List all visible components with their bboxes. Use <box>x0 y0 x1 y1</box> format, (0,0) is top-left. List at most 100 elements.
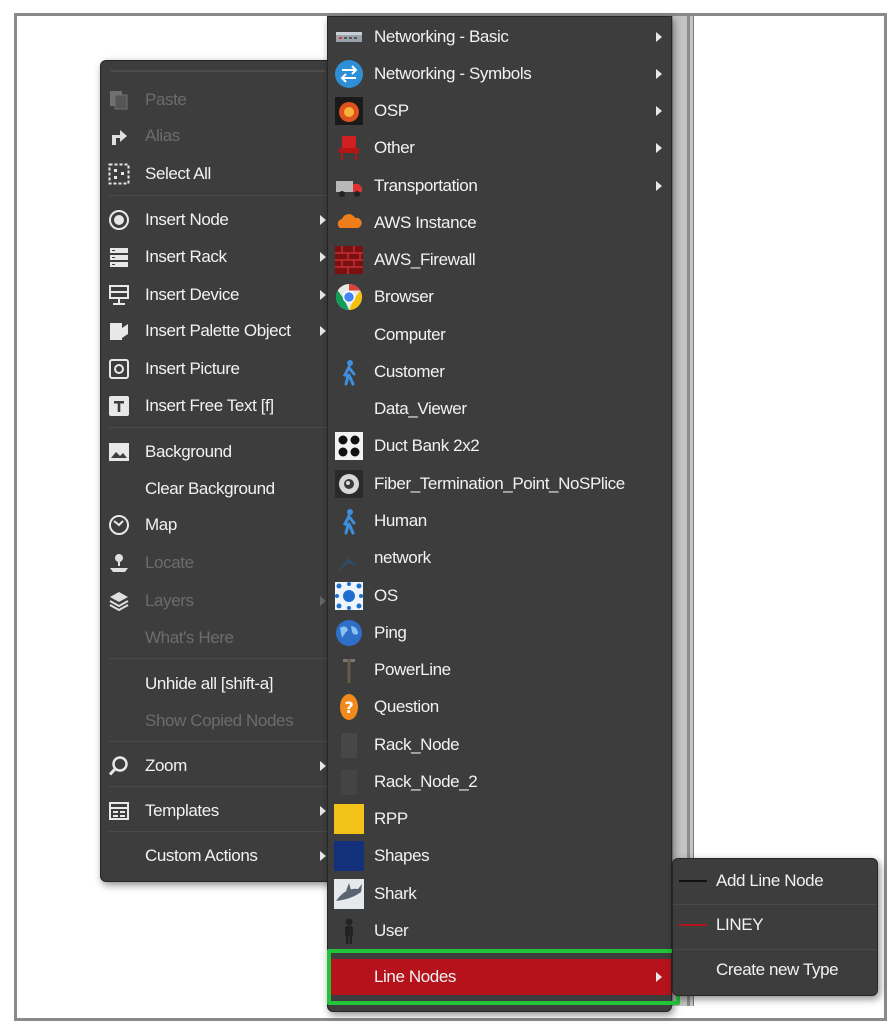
rack-node-2-icon <box>341 770 357 795</box>
insert-palette-submenu: Networking - Basic Networking - Symbols … <box>327 16 672 1012</box>
computer-item[interactable]: Computer <box>328 317 671 353</box>
insert-node-item[interactable]: Insert Node <box>101 202 335 238</box>
submenu-arrow-icon <box>656 143 662 153</box>
submenu-arrow-icon <box>320 290 326 300</box>
alias-item[interactable]: Alias <box>101 118 335 154</box>
powerline-item[interactable]: PowerLine <box>328 652 671 688</box>
custom-actions-item[interactable]: Custom Actions <box>101 838 335 874</box>
whats-here-item[interactable]: What's Here <box>101 620 335 656</box>
menu-divider <box>109 658 335 659</box>
customer-item[interactable]: Customer <box>328 354 671 390</box>
shark-item[interactable]: Shark <box>328 876 671 912</box>
shark-label: Shark <box>374 884 417 903</box>
templates-item[interactable]: Templates <box>101 793 335 829</box>
create-new-type-label: Create new Type <box>716 960 839 979</box>
map-icon <box>109 515 129 535</box>
liney-item[interactable]: LINEY <box>673 907 877 943</box>
duct-bank-icon <box>335 432 363 460</box>
select-all-item[interactable]: Select All <box>101 156 335 192</box>
select-all-label: Select All <box>145 164 211 183</box>
insert-node-label: Insert Node <box>145 210 229 229</box>
aws-firewall-item[interactable]: AWS_Firewall <box>328 242 671 278</box>
menu-divider <box>109 786 335 787</box>
duct-bank-item[interactable]: Duct Bank 2x2 <box>328 428 671 464</box>
background-item[interactable]: Background <box>101 434 335 470</box>
alias-icon <box>112 130 127 145</box>
insert-rack-label: Insert Rack <box>145 247 227 266</box>
insert-device-item[interactable]: Insert Device <box>101 277 335 313</box>
rack-node-label: Rack_Node <box>374 735 460 754</box>
other-item[interactable]: Other <box>328 130 671 166</box>
networking-symbols-item[interactable]: Networking - Symbols <box>328 56 671 92</box>
firewall-icon <box>335 246 363 274</box>
rpp-label: RPP <box>374 809 408 828</box>
insert-palette-object-item[interactable]: Insert Palette Object <box>101 313 335 349</box>
user-item[interactable]: User <box>328 913 671 949</box>
create-new-type-item[interactable]: Create new Type <box>673 952 877 988</box>
insert-node-icon <box>109 210 129 230</box>
ping-item[interactable]: Ping <box>328 615 671 651</box>
paste-item[interactable]: Paste <box>101 82 335 118</box>
layers-icon <box>109 592 129 612</box>
insert-free-text-item[interactable]: Insert Free Text [f] <box>101 388 335 424</box>
rpp-item[interactable]: RPP <box>328 801 671 837</box>
osp-item[interactable]: OSP <box>328 93 671 129</box>
browser-item[interactable]: Browser <box>328 279 671 315</box>
menu-divider <box>109 427 335 428</box>
add-line-node-label: Add Line Node <box>716 871 824 890</box>
insert-rack-item[interactable]: Insert Rack <box>101 239 335 275</box>
line-red-icon <box>679 924 707 926</box>
paste-label: Paste <box>145 90 187 109</box>
human-icon <box>342 509 356 535</box>
insert-picture-item[interactable]: Insert Picture <box>101 351 335 387</box>
add-line-node-item[interactable]: Add Line Node <box>673 863 877 899</box>
menu-divider <box>109 195 335 196</box>
insert-device-icon <box>109 285 129 305</box>
network-symbol-icon <box>335 60 363 88</box>
submenu-arrow-icon <box>320 215 326 225</box>
line-nodes-submenu: Add Line Node LINEY Create new Type <box>672 858 878 996</box>
shapes-item[interactable]: Shapes <box>328 838 671 874</box>
submenu-arrow-icon <box>320 326 326 336</box>
show-copied-nodes-item[interactable]: Show Copied Nodes <box>101 703 335 739</box>
map-item[interactable]: Map <box>101 507 335 543</box>
globe-icon <box>336 620 362 646</box>
network-item[interactable]: network <box>328 540 671 576</box>
fiber-termination-item[interactable]: Fiber_Termination_Point_NoSPlice <box>328 466 671 502</box>
data-viewer-item[interactable]: Data_Viewer <box>328 391 671 427</box>
templates-label: Templates <box>145 801 219 820</box>
question-label: Question <box>374 697 439 716</box>
duct-bank-label: Duct Bank 2x2 <box>374 436 480 455</box>
zoom-item[interactable]: Zoom <box>101 748 335 784</box>
question-item[interactable]: ? Question <box>328 689 671 725</box>
rack-node-2-item[interactable]: Rack_Node_2 <box>328 764 671 800</box>
browser-icon <box>335 283 363 311</box>
submenu-arrow-icon <box>320 596 326 606</box>
rack-node-item[interactable]: Rack_Node <box>328 727 671 763</box>
submenu-arrow-icon <box>656 69 662 79</box>
unhide-all-item[interactable]: Unhide all [shift-a] <box>101 666 335 702</box>
human-item[interactable]: Human <box>328 503 671 539</box>
layers-item[interactable]: Layers <box>101 583 335 619</box>
line-nodes-item[interactable]: Line Nodes <box>328 959 671 995</box>
select-all-icon <box>108 163 130 185</box>
layers-label: Layers <box>145 591 194 610</box>
os-icon <box>335 582 363 610</box>
aws-cloud-icon <box>337 214 362 228</box>
ping-label: Ping <box>374 623 407 642</box>
clear-background-item[interactable]: Clear Background <box>101 471 335 507</box>
insert-device-label: Insert Device <box>145 285 240 304</box>
insert-palette-icon <box>110 323 128 340</box>
locate-icon <box>110 554 128 572</box>
aws-instance-item[interactable]: AWS Instance <box>328 205 671 241</box>
clear-background-label: Clear Background <box>145 479 275 498</box>
transportation-item[interactable]: Transportation <box>328 168 671 204</box>
os-item[interactable]: OS <box>328 578 671 614</box>
locate-item[interactable]: Locate <box>101 545 335 581</box>
customer-label: Customer <box>374 362 445 381</box>
customer-icon <box>342 360 356 386</box>
networking-basic-item[interactable]: Networking - Basic <box>328 19 671 55</box>
submenu-arrow-icon <box>656 181 662 191</box>
network-label: network <box>374 548 431 567</box>
menu-top-divider <box>111 70 325 72</box>
